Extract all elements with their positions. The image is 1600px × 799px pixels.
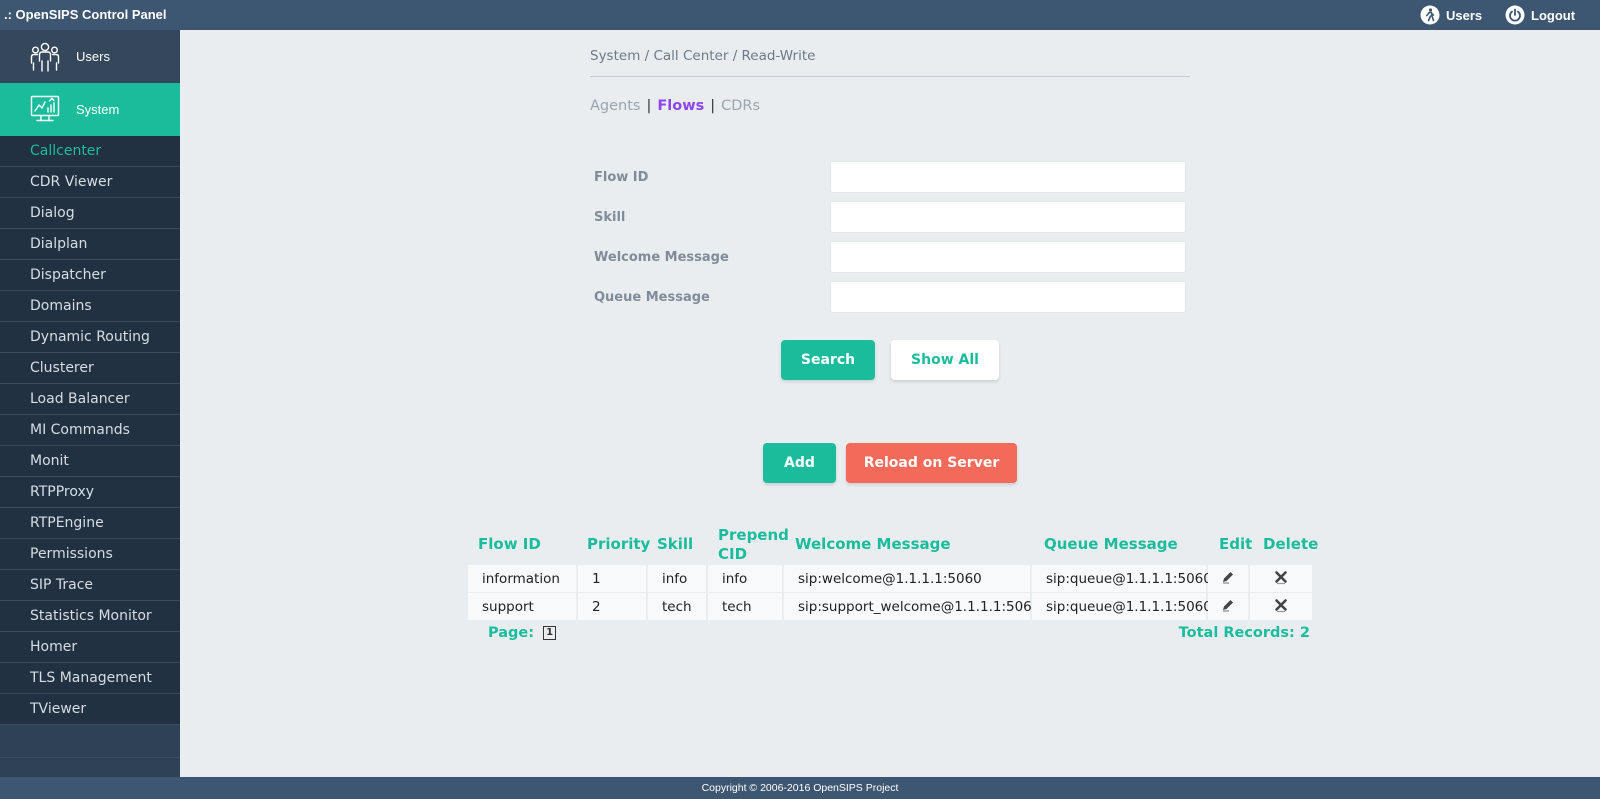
welcome-message-label: Welcome Message xyxy=(594,250,729,265)
sidebar-item-dynamic-routing[interactable]: Dynamic Routing xyxy=(0,322,180,353)
cell-queue-message: sip:queue@1.1.1.1:5060 xyxy=(1032,593,1212,620)
sidebar-item-monit[interactable]: Monit xyxy=(0,446,180,477)
cell-skill: tech xyxy=(648,593,706,620)
pencil-icon xyxy=(1220,569,1236,589)
sidebar-item-dialog[interactable]: Dialog xyxy=(0,198,180,229)
welcome-message-input[interactable] xyxy=(830,241,1186,273)
app-title: .: OpenSIPS Control Panel xyxy=(4,7,167,22)
sidebar-item-cdr-viewer[interactable]: CDR Viewer xyxy=(0,167,180,198)
reload-on-server-button[interactable]: Reload on Server xyxy=(846,443,1017,483)
cell-welcome-message: sip:support_welcome@1.1.1.1:5060 xyxy=(784,593,1040,620)
column-header-delete: Delete xyxy=(1263,535,1319,553)
add-button[interactable]: Add xyxy=(763,443,836,483)
column-header-edit: Edit xyxy=(1219,535,1253,553)
cell-priority: 1 xyxy=(578,565,646,592)
page-label: Page: xyxy=(488,625,535,641)
column-header-skill: Skill xyxy=(657,535,694,553)
breadcrumb-divider xyxy=(590,76,1190,77)
skill-label: Skill xyxy=(594,210,626,225)
sidebar-item-sip-trace[interactable]: SIP Trace xyxy=(0,570,180,601)
search-button[interactable]: Search xyxy=(781,340,875,380)
breadcrumb: System / Call Center / Read-Write xyxy=(590,48,816,64)
sidebar-item-domains[interactable]: Domains xyxy=(0,291,180,322)
sidebar-nav-users[interactable]: Users xyxy=(0,30,180,83)
tab-separator: | xyxy=(710,98,716,114)
cell-priority: 2 xyxy=(578,593,646,620)
sidebar-submenu: Callcenter CDR Viewer Dialog Dialplan Di… xyxy=(0,136,180,791)
page-number-link[interactable]: 1 xyxy=(543,626,557,640)
column-header-prepend-cid: Prepend CID xyxy=(718,526,789,563)
sidebar-item-rtpproxy[interactable]: RTPProxy xyxy=(0,477,180,508)
tab-agents[interactable]: Agents xyxy=(590,98,640,114)
sidebar-spacer xyxy=(0,725,180,758)
delete-button[interactable] xyxy=(1250,593,1312,620)
power-icon xyxy=(1505,5,1525,25)
sidebar-item-dialplan[interactable]: Dialplan xyxy=(0,229,180,260)
sidebar-item-tls-management[interactable]: TLS Management xyxy=(0,663,180,694)
cell-welcome-message: sip:welcome@1.1.1.1:5060 xyxy=(784,565,1030,592)
delete-button[interactable] xyxy=(1250,565,1312,592)
edit-button[interactable] xyxy=(1208,593,1248,620)
sidebar-nav-users-label: Users xyxy=(76,49,110,64)
sidebar-item-callcenter[interactable]: Callcenter xyxy=(0,136,180,167)
column-header-queue-message: Queue Message xyxy=(1044,535,1178,553)
sidebar-item-homer[interactable]: Homer xyxy=(0,632,180,663)
queue-message-input[interactable] xyxy=(830,281,1186,313)
footer: Copyright © 2006-2016 OpenSIPS Project xyxy=(0,777,1600,799)
show-all-button[interactable]: Show All xyxy=(891,340,999,380)
queue-message-label: Queue Message xyxy=(594,290,710,305)
skill-input[interactable] xyxy=(830,201,1186,233)
flow-id-input[interactable] xyxy=(830,161,1186,193)
top-users-label: Users xyxy=(1446,7,1483,23)
cell-skill: info xyxy=(648,565,706,592)
sidebar-item-dispatcher[interactable]: Dispatcher xyxy=(0,260,180,291)
cell-prepend-cid: tech xyxy=(708,593,782,620)
sidebar-item-mi-commands[interactable]: MI Commands xyxy=(0,415,180,446)
cell-flow-id: support xyxy=(468,593,576,620)
sidebar-item-load-balancer[interactable]: Load Balancer xyxy=(0,384,180,415)
tab-bar: Agents | Flows | CDRs xyxy=(590,98,760,114)
sidebar-item-permissions[interactable]: Permissions xyxy=(0,539,180,570)
column-header-priority: Priority xyxy=(587,535,651,553)
sidebar-item-statistics-monitor[interactable]: Statistics Monitor xyxy=(0,601,180,632)
cell-flow-id: information xyxy=(468,565,576,592)
tab-separator: | xyxy=(646,98,652,114)
logout-label: Logout xyxy=(1531,7,1576,23)
logout-link[interactable]: Logout xyxy=(1505,4,1575,26)
users-group-icon xyxy=(30,41,60,76)
cell-queue-message: sip:queue@1.1.1.1:5060 xyxy=(1032,565,1212,592)
total-records: Total Records: 2 xyxy=(1178,625,1310,641)
close-icon xyxy=(1273,597,1289,617)
sidebar: Users System Callcenter CDR Viewer Dialo… xyxy=(0,30,180,791)
sidebar-item-tviewer[interactable]: TViewer xyxy=(0,694,180,725)
tab-flows[interactable]: Flows xyxy=(657,98,704,114)
sidebar-nav-system[interactable]: System xyxy=(0,83,180,136)
sidebar-item-clusterer[interactable]: Clusterer xyxy=(0,353,180,384)
column-header-flow-id: Flow ID xyxy=(478,535,541,553)
pencil-icon xyxy=(1220,597,1236,617)
tab-cdrs[interactable]: CDRs xyxy=(721,98,760,114)
user-walking-icon xyxy=(1420,5,1440,25)
cell-prepend-cid: info xyxy=(708,565,782,592)
sidebar-item-rtpengine[interactable]: RTPEngine xyxy=(0,508,180,539)
column-header-welcome-message: Welcome Message xyxy=(795,535,951,553)
pagination: Page: 1 xyxy=(488,625,557,641)
sidebar-nav-system-label: System xyxy=(76,102,120,117)
system-monitor-icon xyxy=(30,94,60,127)
flow-id-label: Flow ID xyxy=(594,170,649,185)
top-users-link[interactable]: Users xyxy=(1420,4,1482,26)
edit-button[interactable] xyxy=(1208,565,1248,592)
close-icon xyxy=(1273,569,1289,589)
copyright-text: Copyright © 2006-2016 OpenSIPS Project xyxy=(701,782,899,794)
top-bar: .: OpenSIPS Control Panel Users Logout xyxy=(0,0,1600,30)
